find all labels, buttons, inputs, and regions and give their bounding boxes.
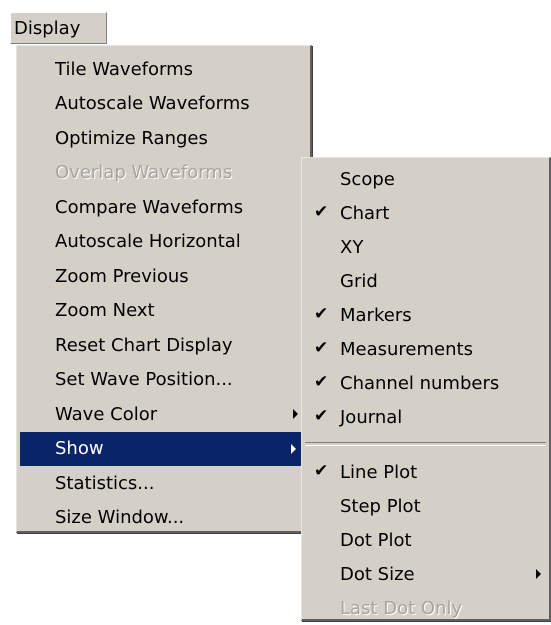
submenu-item-dot-size[interactable]: Dot Size [302,557,549,591]
submenu-item-label: Dot Size [340,563,415,585]
submenu-item-label: XY [340,236,364,258]
check-icon: ✔ [314,304,329,325]
submenu-item-measurements[interactable]: ✔ Measurements [302,332,549,366]
menu-item-tile-waveforms[interactable]: Tile Waveforms [17,52,310,87]
submenu-item-label: Step Plot [340,495,421,517]
menu-item-label: Compare Waveforms [55,196,244,218]
submenu-item-line-plot[interactable]: ✔ Line Plot [302,455,549,489]
submenu-item-label: Chart [340,202,390,224]
submenu-item-label: Line Plot [340,461,418,483]
menu-item-optimize-ranges[interactable]: Optimize Ranges [17,121,310,156]
submenu-arrow-icon [291,443,296,454]
menu-item-size-window[interactable]: Size Window... [17,501,310,536]
menu-item-label: Size Window... [55,507,185,529]
menu-item-zoom-next[interactable]: Zoom Next [17,294,310,329]
submenu-item-label: Markers [340,304,412,326]
menubar-display-label: Display [14,17,81,39]
menubar-display[interactable]: Display [10,12,107,44]
menu-item-label: Zoom Next [55,300,155,322]
menu-item-label: Show [55,438,104,460]
menu-item-label: Statistics... [55,472,155,494]
show-submenu: Scope ✔ Chart XY Grid ✔ Markers ✔ Measur… [301,157,551,621]
submenu-item-label: Scope [340,168,395,190]
submenu-item-scope[interactable]: Scope [302,162,549,196]
check-icon: ✔ [314,406,329,427]
submenu-arrow-icon [536,569,541,579]
submenu-arrow-icon [293,409,298,420]
menu-item-label: Wave Color [55,403,158,425]
submenu-item-last-dot-only: Last Dot Only [302,591,549,625]
submenu-item-step-plot[interactable]: Step Plot [302,489,549,523]
submenu-item-channel-numbers[interactable]: ✔ Channel numbers [302,366,549,400]
menu-item-label: Optimize Ranges [55,127,208,149]
submenu-item-grid[interactable]: Grid [302,264,549,298]
menu-item-show[interactable]: Show [20,431,308,466]
submenu-item-label: Last Dot Only [340,597,463,619]
menu-item-label: Overlap Waveforms [55,162,233,184]
menu-item-overlap-waveforms: Overlap Waveforms [17,156,310,191]
menu-item-label: Autoscale Horizontal [55,231,241,253]
check-icon: ✔ [314,372,329,393]
menu-item-statistics[interactable]: Statistics... [17,466,310,501]
submenu-item-markers[interactable]: ✔ Markers [302,298,549,332]
menu-item-label: Zoom Previous [55,265,189,287]
menu-item-label: Reset Chart Display [55,334,233,356]
submenu-item-label: Journal [340,406,403,428]
submenu-item-chart[interactable]: ✔ Chart [302,196,549,230]
display-menu: Tile Waveforms Autoscale Waveforms Optim… [16,45,312,533]
submenu-item-label: Measurements [340,338,473,360]
submenu-item-label: Channel numbers [340,372,500,394]
menu-item-zoom-previous[interactable]: Zoom Previous [17,259,310,294]
menu-item-autoscale-horizontal[interactable]: Autoscale Horizontal [17,225,310,260]
check-icon: ✔ [314,461,329,482]
menu-item-autoscale-waveforms[interactable]: Autoscale Waveforms [17,87,310,122]
check-icon: ✔ [314,202,329,223]
menu-separator [305,442,546,446]
menu-item-label: Tile Waveforms [55,58,193,80]
menu-item-set-wave-position[interactable]: Set Wave Position... [17,363,310,398]
submenu-item-xy[interactable]: XY [302,230,549,264]
menu-item-wave-color[interactable]: Wave Color [17,397,310,432]
menu-item-compare-waveforms[interactable]: Compare Waveforms [17,190,310,225]
submenu-item-label: Dot Plot [340,529,412,551]
menu-item-label: Set Wave Position... [55,369,233,391]
menu-item-reset-chart-display[interactable]: Reset Chart Display [17,328,310,363]
check-icon: ✔ [314,338,329,359]
submenu-item-journal[interactable]: ✔ Journal [302,400,549,434]
menu-item-label: Autoscale Waveforms [55,93,250,115]
submenu-item-label: Grid [340,270,378,292]
submenu-item-dot-plot[interactable]: Dot Plot [302,523,549,557]
